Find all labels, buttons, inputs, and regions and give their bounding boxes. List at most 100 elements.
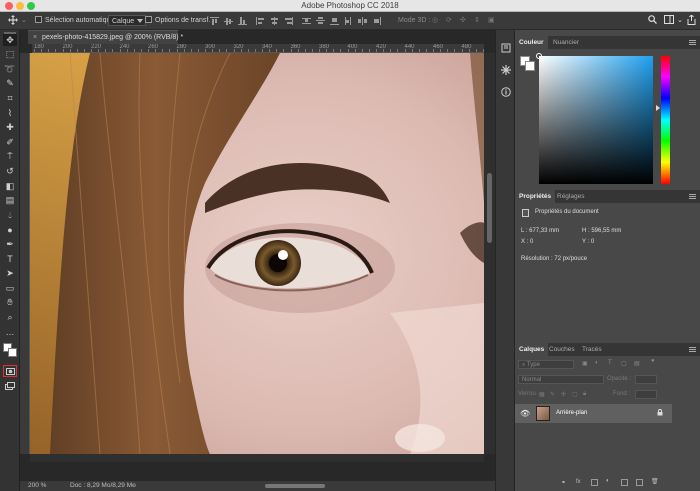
delete-layer-icon[interactable]: 🗑︎ [651, 478, 659, 485]
filter-adjust-icon[interactable]: ◐ [595, 360, 599, 366]
marquee-icon[interactable]: ⬚ [3, 49, 17, 61]
tab-adjustments[interactable]: Réglages [553, 190, 588, 203]
color-picker-field[interactable] [539, 56, 653, 184]
auto-select-option[interactable]: Sélection automatique : [35, 15, 118, 27]
layer-style-icon[interactable]: fx [576, 479, 581, 485]
info-panel-icon[interactable] [500, 86, 512, 98]
screen-mode-button[interactable] [3, 380, 17, 392]
workspace-chevron-icon[interactable]: ⌄ [677, 15, 683, 27]
transform-controls-option[interactable]: Options de transf. [145, 15, 210, 27]
healing-icon[interactable]: ✚ [3, 122, 17, 134]
align-bottom-icon[interactable] [238, 17, 247, 25]
clone-stamp-icon[interactable]: ⍑ [3, 151, 17, 163]
brush-icon[interactable]: ✐ [3, 136, 17, 148]
lock-pixels-icon[interactable]: ▦ [539, 391, 545, 398]
doc-info[interactable]: Doc : 8,29 Mo/8,29 Mo [70, 481, 136, 491]
hue-slider-marker[interactable] [656, 105, 660, 111]
quick-mask-button[interactable] [3, 365, 17, 377]
history-panel-icon[interactable] [500, 42, 512, 54]
align-top-icon[interactable] [210, 17, 219, 25]
zoom-icon[interactable]: ⌕ [3, 311, 17, 323]
lock-image-icon[interactable]: ✎ [550, 391, 555, 398]
lock-artboard-icon[interactable]: ▢ [572, 391, 578, 398]
distribute-right-icon[interactable] [372, 17, 381, 25]
crop-icon[interactable]: ⌗ [3, 92, 17, 104]
quick-select-icon[interactable]: ✎ [3, 78, 17, 90]
transform-controls-checkbox[interactable] [145, 16, 152, 23]
blur-icon[interactable]: 💧︎ [3, 209, 17, 221]
filter-shape-icon[interactable]: ▢ [621, 360, 627, 367]
eyedropper-icon[interactable]: ⌇ [3, 107, 17, 119]
blend-mode-select[interactable]: Normal [518, 375, 604, 384]
3d-slide-icon[interactable]: ⇕ [474, 15, 480, 27]
share-icon[interactable] [687, 14, 696, 27]
align-left-icon[interactable] [256, 17, 265, 25]
hand-icon[interactable]: ✋︎ [3, 297, 17, 309]
lock-position-icon[interactable]: ✣ [561, 391, 566, 398]
horizontal-scrollbar[interactable] [30, 454, 484, 462]
new-layer-icon[interactable] [636, 479, 643, 486]
3d-orbit-icon[interactable]: ◎ [432, 15, 438, 27]
new-group-icon[interactable] [621, 479, 628, 486]
pen-icon[interactable]: ✒ [3, 238, 17, 250]
fill-input[interactable] [635, 390, 657, 399]
close-tab-icon[interactable]: × [33, 34, 37, 41]
auto-select-dropdown[interactable]: Calque [108, 15, 147, 27]
background-color-swatch[interactable] [8, 348, 17, 357]
dodge-icon[interactable]: ● [3, 224, 17, 236]
path-select-icon[interactable]: ➤ [3, 268, 17, 280]
image-canvas[interactable] [30, 53, 484, 454]
filter-toggle-icon[interactable]: ● [651, 358, 655, 364]
hue-slider[interactable] [661, 56, 670, 184]
filter-type-icon[interactable]: T [608, 360, 612, 366]
distribute-vcenter-icon[interactable] [316, 17, 325, 25]
move-icon[interactable]: ✥ [3, 34, 17, 46]
adjustment-layer-icon[interactable]: ◐ [606, 478, 610, 484]
3d-scale-icon[interactable]: ▣ [488, 15, 495, 27]
tab-swatches[interactable]: Nuancier [549, 36, 583, 49]
distribute-bottom-icon[interactable] [330, 17, 339, 25]
align-vcenter-icon[interactable] [224, 17, 233, 25]
align-right-icon[interactable] [284, 17, 293, 25]
type-icon[interactable]: T [3, 253, 17, 265]
tab-channels[interactable]: Couches [545, 343, 579, 356]
workspace-icon[interactable] [664, 15, 674, 27]
panel-background-swatch[interactable] [525, 61, 535, 71]
auto-select-checkbox[interactable] [35, 16, 42, 23]
color-panel-menu-icon[interactable] [689, 40, 696, 45]
3d-roll-icon[interactable]: ⟳ [446, 15, 452, 27]
eye-icon[interactable]: 👁︎ [520, 409, 530, 418]
align-hcenter-icon[interactable] [270, 17, 279, 25]
horizontal-ruler[interactable]: 180 200 220 240 260 280 300 320 340 360 380 400 420 4… [32, 44, 484, 53]
filter-pixel-icon[interactable]: ▣ [582, 360, 588, 367]
move-icon[interactable] [8, 15, 18, 27]
opacity-input[interactable] [635, 375, 657, 384]
zoom-level[interactable]: 200 % [28, 481, 46, 491]
eraser-icon[interactable]: ◧ [3, 180, 17, 192]
lock-all-icon[interactable]: 🔒︎ [583, 391, 586, 398]
gradient-icon[interactable]: ▤ [3, 195, 17, 207]
distribute-top-icon[interactable] [302, 17, 311, 25]
rectangle-icon[interactable]: ▭ [3, 282, 17, 294]
brush-settings-icon[interactable] [500, 64, 512, 76]
layer-name[interactable]: Arrière-plan [556, 410, 587, 416]
distribute-hcenter-icon[interactable] [358, 17, 367, 25]
horizontal-scroll-thumb[interactable] [265, 484, 325, 488]
layer-mask-icon[interactable] [591, 479, 598, 486]
more-icon[interactable]: … [3, 326, 17, 338]
layers-panel-menu-icon[interactable] [689, 347, 696, 352]
distribute-left-icon[interactable] [344, 17, 353, 25]
layer-row[interactable]: 👁︎ Arrière-plan [515, 404, 672, 423]
tab-color[interactable]: Couleur [515, 36, 548, 49]
tab-properties[interactable]: Propriétés [515, 190, 556, 203]
tab-layers[interactable]: Calques [515, 343, 549, 356]
filter-smart-icon[interactable]: ▤ [634, 360, 640, 367]
tool-preset-chevron-icon[interactable]: ⌄ [21, 15, 27, 27]
color-picker-cursor[interactable] [536, 53, 542, 59]
vertical-ruler[interactable] [20, 53, 30, 454]
lasso-icon[interactable]: ➰ [3, 63, 17, 75]
3d-pan-icon[interactable]: ✣ [460, 15, 466, 27]
properties-panel-menu-icon[interactable] [689, 194, 696, 199]
vertical-scrollbar[interactable] [484, 53, 495, 454]
search-icon[interactable] [648, 15, 657, 27]
